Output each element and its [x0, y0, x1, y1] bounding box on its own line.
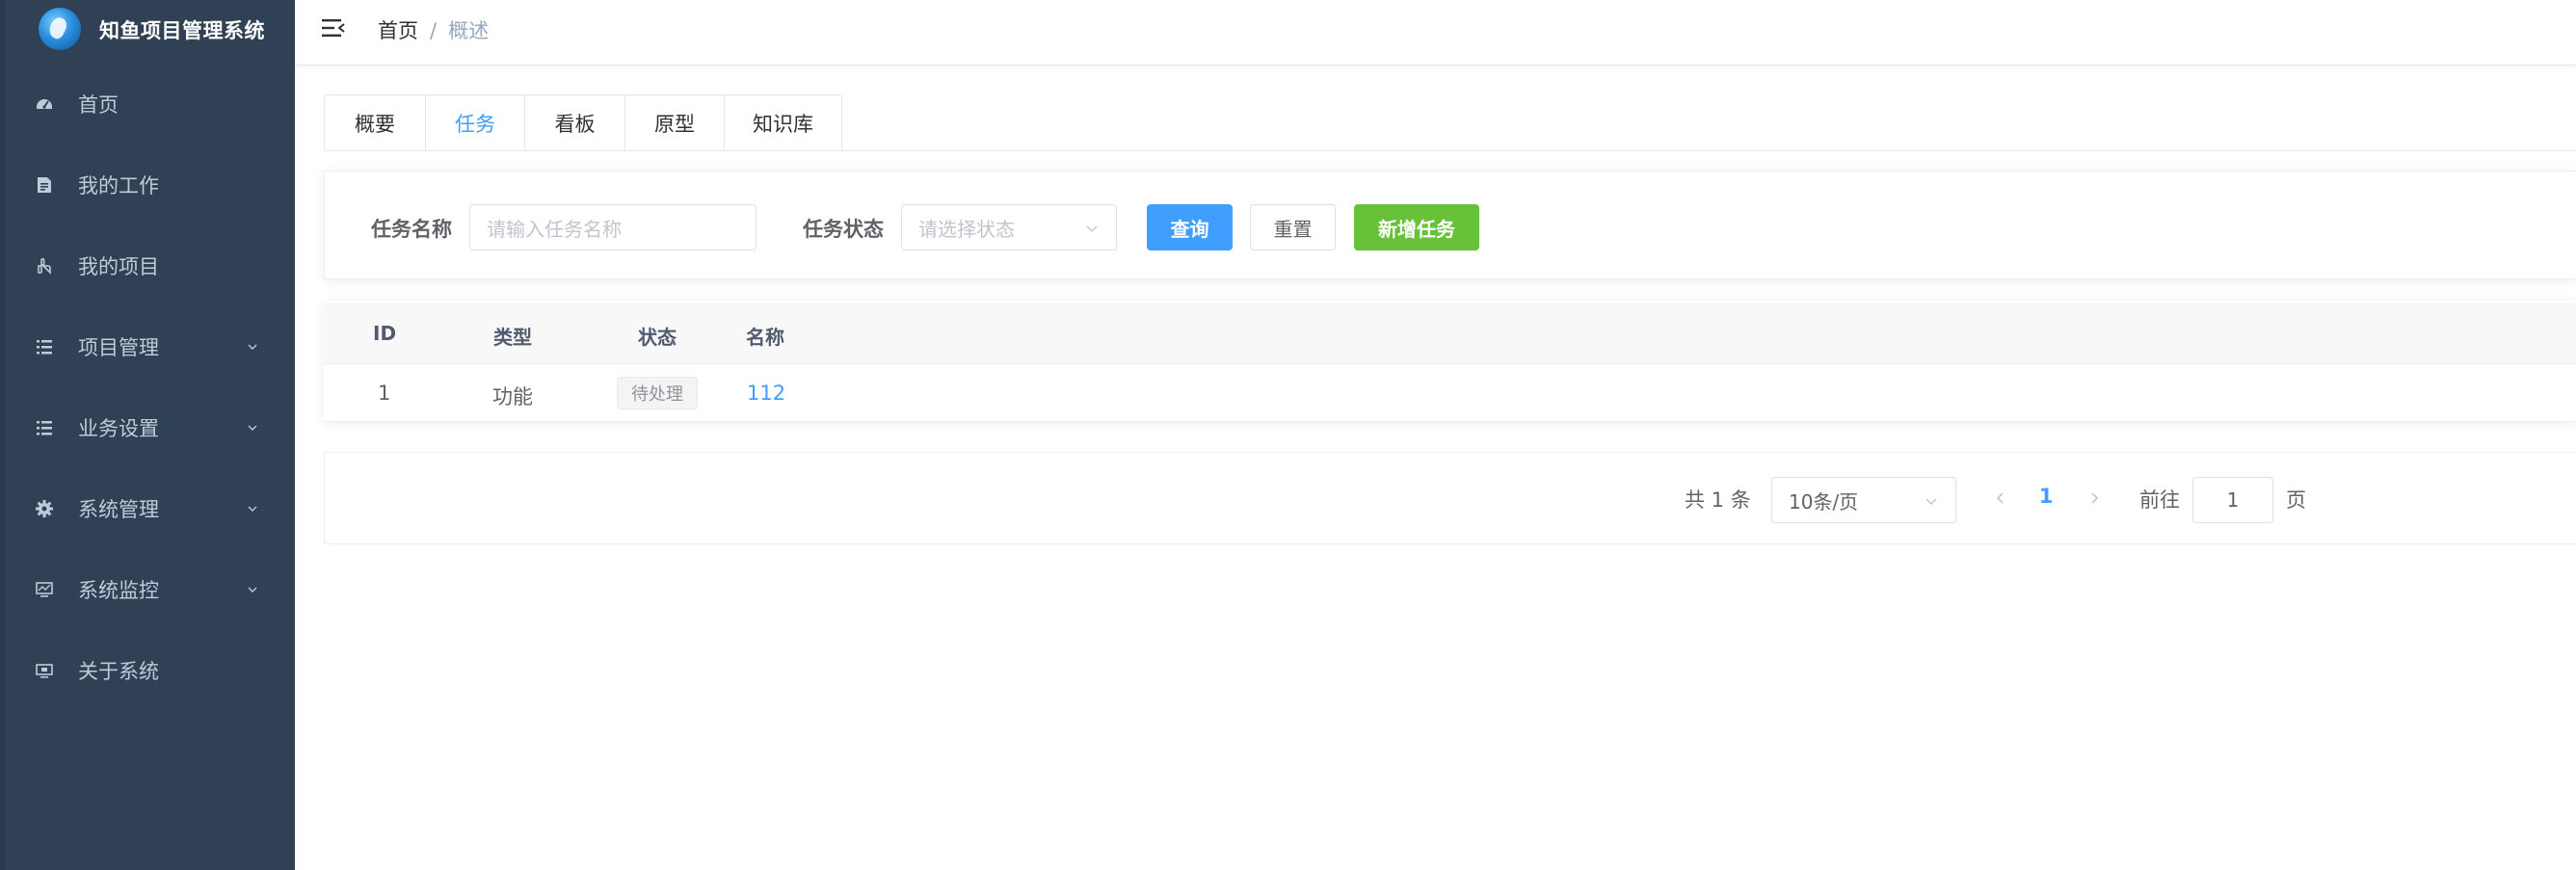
- task-status-select[interactable]: 请选择状态: [901, 204, 1117, 250]
- document-icon: [35, 175, 54, 195]
- page-number-current[interactable]: 1: [2029, 485, 2063, 508]
- next-page-button[interactable]: [2085, 487, 2104, 510]
- pagination-total: 共 1 条: [1685, 488, 1751, 512]
- sidebar-item-system-monitor[interactable]: 系统监控: [6, 549, 295, 630]
- chevron-left-icon: [1996, 492, 2004, 504]
- app-title: 知鱼项目管理系统: [99, 19, 265, 42]
- breadcrumb-home-link[interactable]: 首页: [378, 19, 418, 42]
- list-icon: [35, 337, 54, 356]
- chevron-down-icon: [248, 425, 257, 431]
- dashboard-icon: [35, 94, 54, 114]
- goto-page-input[interactable]: 1: [2192, 477, 2273, 523]
- sidebar-item-label: 业务设置: [78, 417, 159, 440]
- task-name-label: 任务名称: [371, 218, 452, 241]
- sidebar: 知鱼项目管理系统 首页 我的工作 我的项目 项目管理 业务设置 系统管理 系统监…: [0, 0, 295, 870]
- brand[interactable]: 知鱼项目管理系统: [0, 0, 295, 56]
- add-task-button[interactable]: 新增任务: [1354, 204, 1479, 250]
- sidebar-item-business-settings[interactable]: 业务设置: [6, 387, 295, 468]
- column-header-id: ID: [373, 322, 397, 345]
- chevron-down-icon: [248, 344, 257, 350]
- table-header: ID 类型 状态 名称: [324, 303, 2576, 364]
- breadcrumb-current: 概述: [448, 19, 490, 42]
- tab-kanban[interactable]: 看板: [524, 95, 624, 151]
- list-icon: [35, 418, 54, 437]
- sidebar-item-label: 系统管理: [78, 498, 159, 521]
- tab-tasks[interactable]: 任务: [425, 95, 524, 151]
- gear-icon: [35, 499, 54, 518]
- breadcrumb-separator: /: [430, 19, 438, 42]
- sidebar-item-home[interactable]: 首页: [6, 64, 295, 145]
- column-header-status: 状态: [638, 326, 677, 349]
- chevron-right-icon: [2091, 492, 2099, 504]
- tab-overview[interactable]: 概要: [325, 95, 425, 151]
- task-name-link[interactable]: 112: [747, 382, 785, 405]
- screen-icon: [35, 661, 54, 680]
- chevron-down-icon: [1086, 225, 1098, 232]
- column-header-type: 类型: [493, 326, 532, 349]
- table-row[interactable]: 1 功能 待处理 112: [324, 364, 2576, 422]
- task-name-placeholder: 请输入任务名称: [487, 217, 622, 241]
- goto-label: 前往: [2139, 488, 2180, 512]
- page-size-select[interactable]: 10条/页: [1771, 477, 1956, 523]
- sidebar-item-label: 我的工作: [78, 174, 159, 198]
- sidebar-item-label: 我的项目: [78, 255, 159, 278]
- column-header-name: 名称: [746, 326, 784, 349]
- tabs-divider: [324, 150, 2576, 151]
- sidebar-item-label: 首页: [78, 93, 119, 117]
- sidebar-item-my-projects[interactable]: 我的项目: [6, 225, 295, 306]
- chevron-down-icon: [248, 506, 257, 512]
- pagination: 共 1 条 10条/页 1 前往 1 页: [324, 452, 2576, 544]
- task-name-input[interactable]: 请输入任务名称: [469, 204, 757, 250]
- page-size-value: 10条/页: [1789, 489, 1859, 514]
- search-form: 任务名称 请输入任务名称 任务状态 请选择状态 查询 重置 新增任务: [324, 171, 2576, 279]
- sidebar-item-my-work[interactable]: 我的工作: [6, 145, 295, 225]
- prev-page-button[interactable]: [1991, 487, 2010, 510]
- project-tabs: 概要 任务 看板 原型 知识库: [324, 94, 842, 151]
- monitor-icon: [35, 580, 54, 599]
- chevron-down-icon: [1925, 498, 1937, 505]
- sidebar-item-about[interactable]: 关于系统: [6, 630, 295, 711]
- task-table: ID 类型 状态 名称 1 功能 待处理 112: [324, 301, 2576, 422]
- query-button[interactable]: 查询: [1147, 204, 1233, 250]
- top-navbar: 首页 / 概述: [295, 0, 2576, 66]
- task-status-label: 任务状态: [803, 218, 884, 241]
- tab-prototype[interactable]: 原型: [624, 95, 724, 151]
- tab-knowledge-base[interactable]: 知识库: [724, 95, 841, 151]
- page-suffix-label: 页: [2286, 488, 2306, 512]
- sidebar-item-label: 项目管理: [78, 336, 159, 359]
- task-status-placeholder: 请选择状态: [918, 217, 1015, 241]
- menu-fold-icon[interactable]: [321, 16, 346, 40]
- cell-id: 1: [378, 382, 391, 405]
- chevron-down-icon: [248, 587, 257, 593]
- sidebar-item-project-management[interactable]: 项目管理: [6, 306, 295, 387]
- sidebar-item-system-management[interactable]: 系统管理: [6, 468, 295, 549]
- hand-pointer-icon: [35, 256, 54, 276]
- sidebar-item-label: 系统监控: [78, 579, 159, 602]
- reset-button[interactable]: 重置: [1250, 204, 1336, 250]
- status-badge: 待处理: [617, 377, 698, 409]
- cell-type: 功能: [492, 385, 533, 409]
- sidebar-item-label: 关于系统: [78, 660, 159, 683]
- fish-logo-icon: [39, 8, 81, 50]
- breadcrumb: 首页 / 概述: [378, 15, 489, 44]
